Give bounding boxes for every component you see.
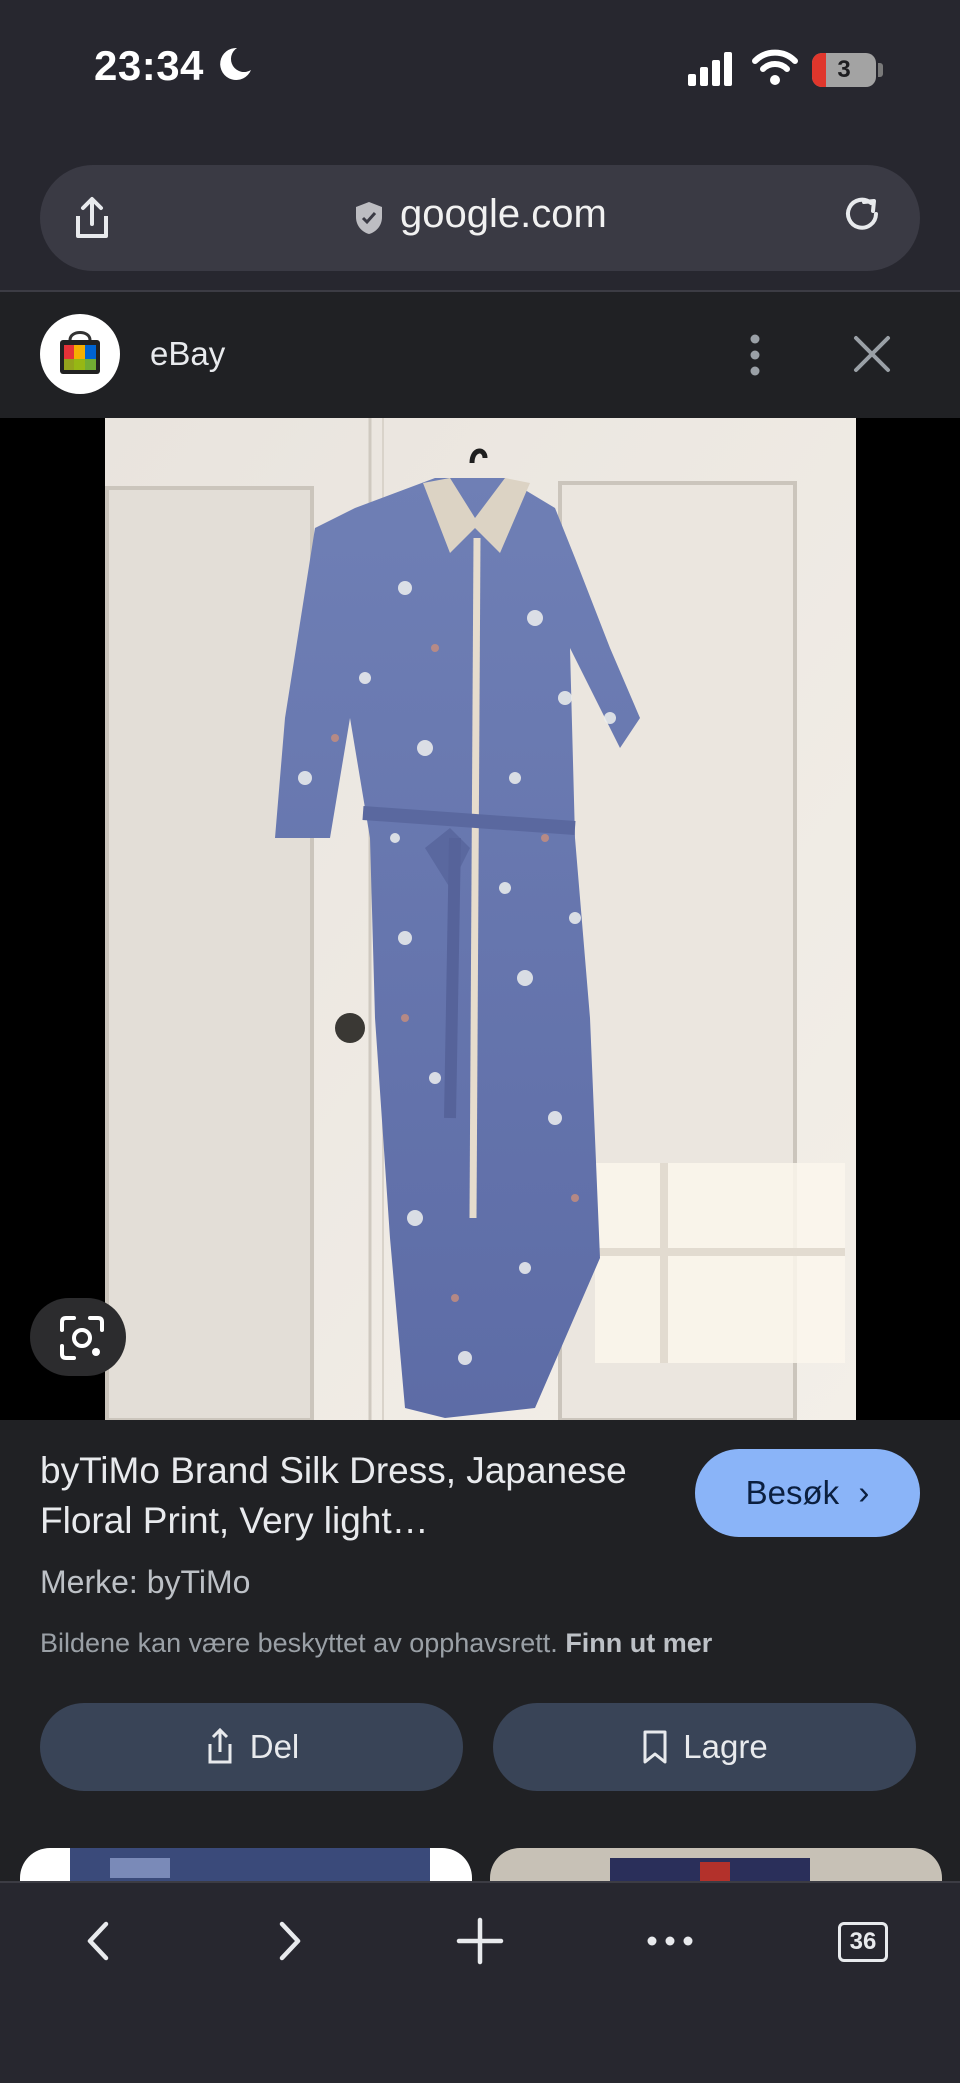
forward-icon[interactable] [270,1916,310,1966]
tab-switcher-button[interactable]: 36 [838,1922,888,1962]
share-button[interactable]: Del [40,1703,463,1791]
result-title[interactable]: byTiMo Brand Silk Dress, Japanese Floral… [40,1446,680,1546]
bottom-navigation-bar [0,1881,960,2083]
status-time: 23:34 [94,42,204,89]
brand-line: Merke: byTiMo [40,1564,251,1600]
moon-icon [220,47,251,80]
result-source-header [0,292,960,418]
share-icon [208,1728,232,1764]
close-icon[interactable] [850,332,894,376]
more-vertical-icon[interactable] [745,333,765,377]
copyright-text: Bildene kan være beskyttet av opphavsret… [40,1628,558,1658]
battery-nub [878,63,883,77]
google-lens-icon[interactable] [58,1314,106,1362]
plus-icon[interactable] [455,1916,505,1966]
learn-more-link[interactable]: Finn ut mer [565,1628,712,1658]
ebay-logo[interactable] [40,314,120,394]
shopping-bag-icon [60,331,100,374]
battery-indicator: 3 [812,53,876,87]
reload-icon[interactable] [840,192,884,236]
save-button[interactable]: Lagre [493,1703,916,1791]
bookmark-icon [643,1730,667,1764]
url-text[interactable]: google.com [400,192,607,237]
cellular-signal-icon [688,52,732,86]
shield-icon [356,202,382,234]
copyright-notice: Bildene kan være beskyttet av opphavsret… [40,1628,712,1659]
back-icon[interactable] [78,1916,118,1966]
battery-level: 3 [837,56,851,83]
more-horizontal-icon[interactable] [645,1916,695,1966]
wifi-icon [752,49,798,85]
chevron-right-icon: › [858,1474,870,1511]
save-button-label: Lagre [683,1728,768,1765]
share-icon[interactable] [70,196,114,242]
visit-button[interactable]: Besøk › [695,1449,920,1537]
product-photo[interactable] [105,418,856,1420]
visit-button-label: Besøk [745,1474,840,1511]
source-site-name[interactable]: eBay [150,335,225,373]
share-button-label: Del [249,1728,300,1765]
